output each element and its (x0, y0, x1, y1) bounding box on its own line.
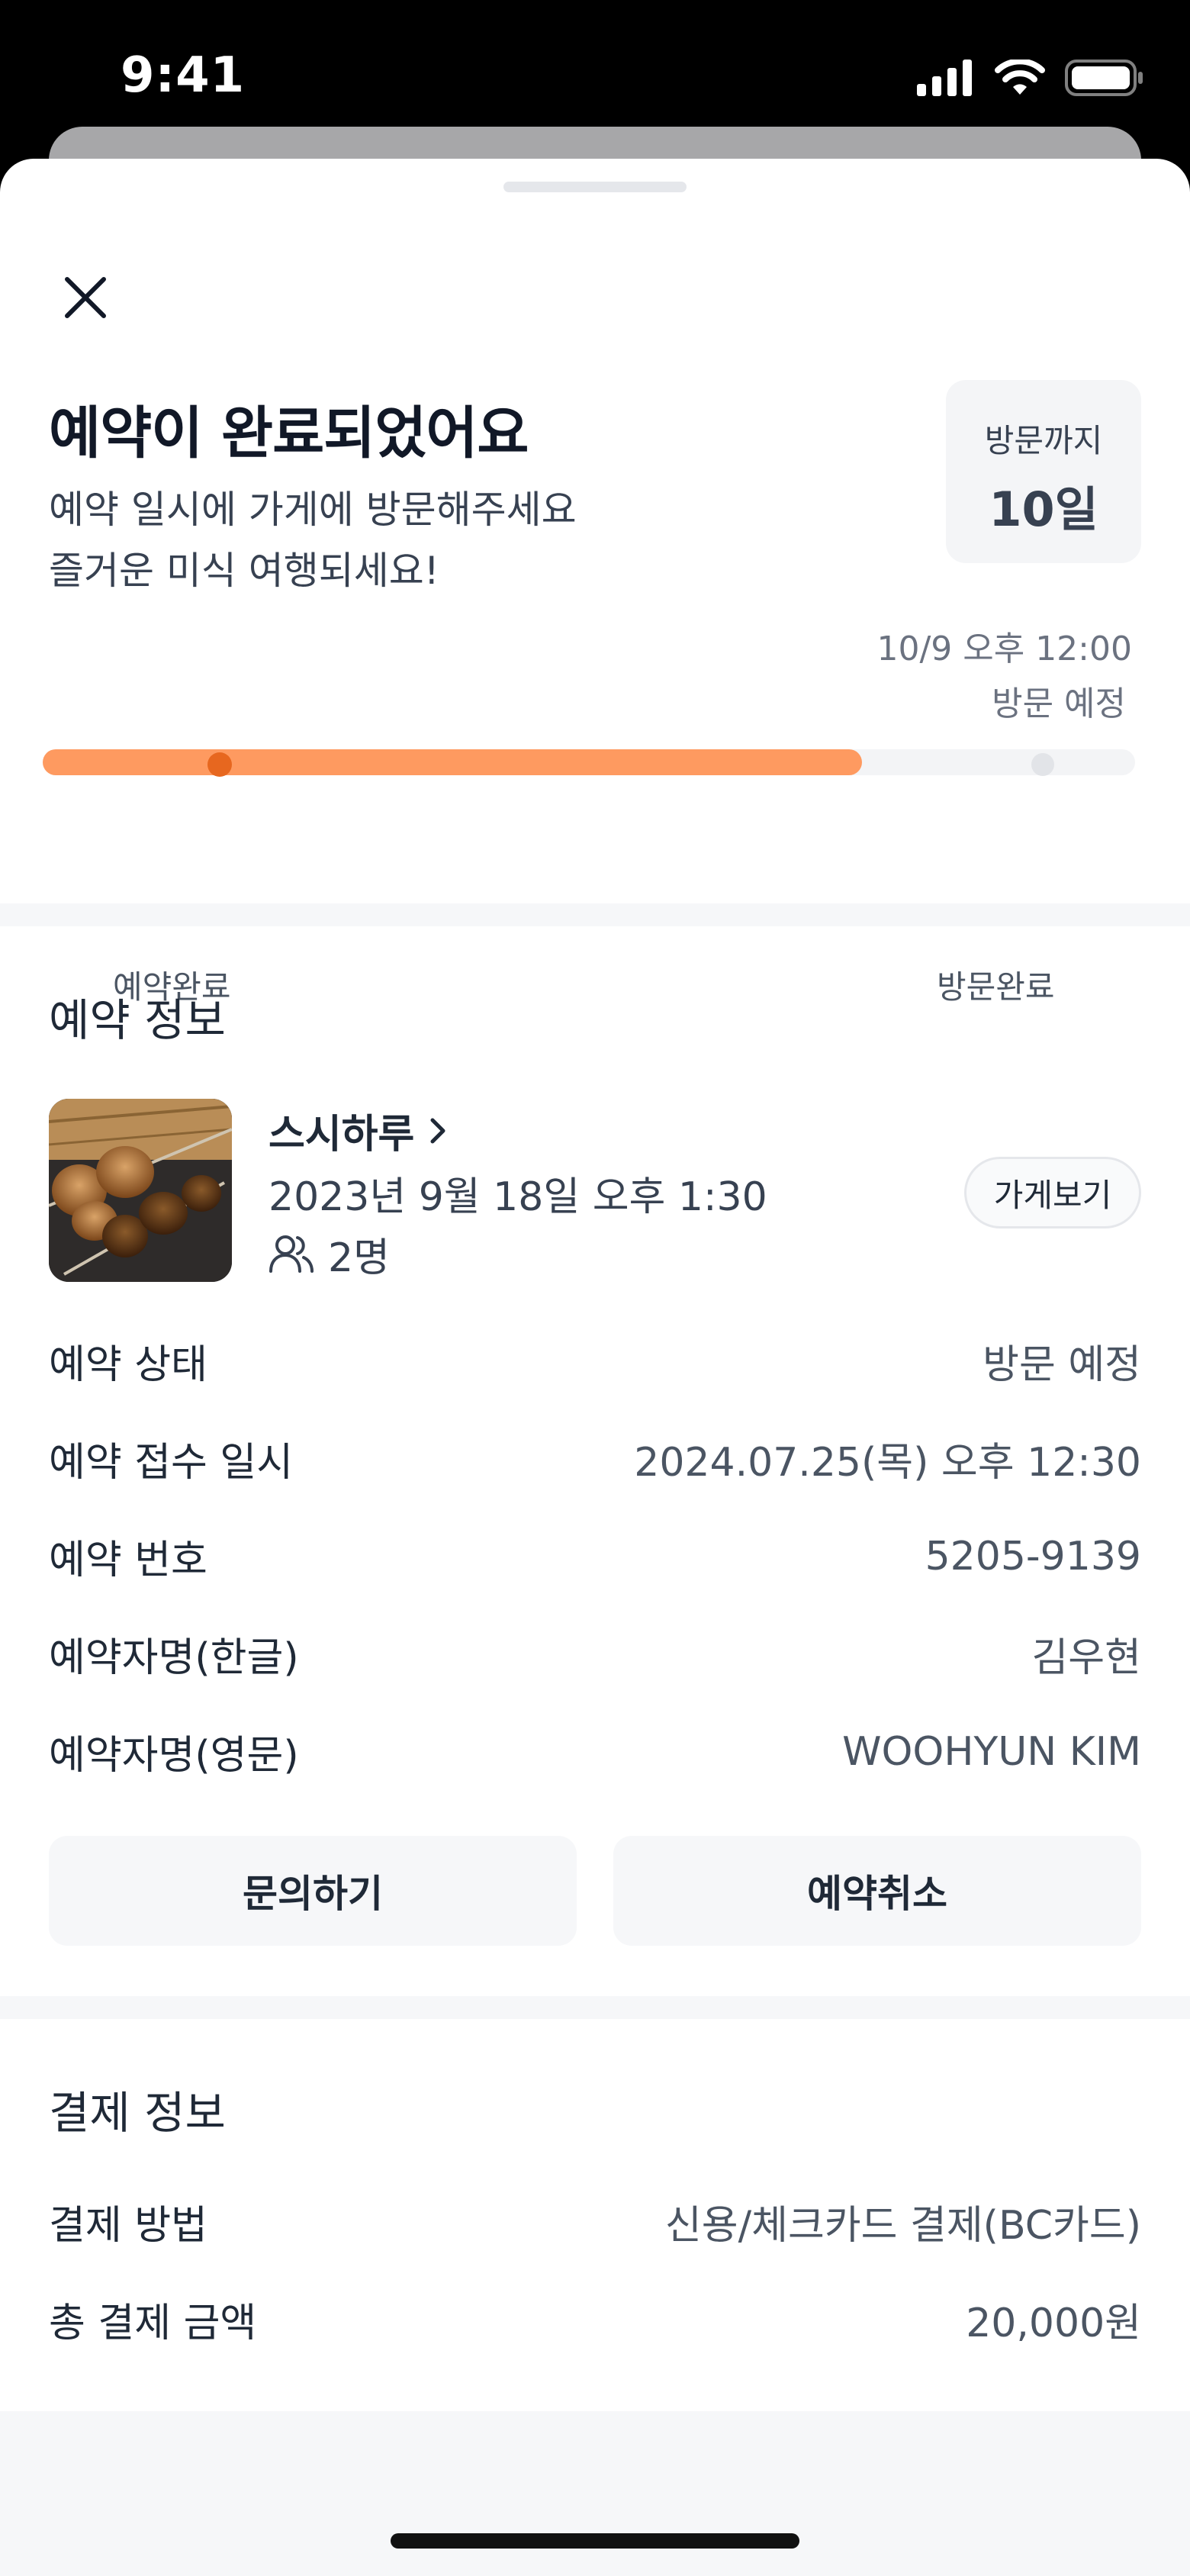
info-label: 예약자명(영문) (49, 1733, 299, 1779)
progress-fill (43, 749, 862, 775)
page-title: 예약이 완료되었어요 (49, 401, 529, 466)
payment-label: 결제 방법 (49, 2203, 207, 2249)
progress-dot-visited (1031, 753, 1054, 776)
store-thumbnail[interactable] (49, 1099, 232, 1282)
progress-track (43, 749, 1135, 777)
people-icon (269, 1235, 314, 1273)
info-value: 방문 예정 (983, 1342, 1141, 1388)
home-indicator[interactable] (391, 2533, 799, 2549)
status-time: 9:41 (121, 47, 246, 104)
inquiry-button[interactable]: 문의하기 (49, 1836, 577, 1946)
info-row-name-english: 예약자명(영문) WOOHYUN KIM (49, 1723, 1141, 1780)
bottom-area (0, 2411, 1190, 2576)
payment-label: 총 결제 금액 (49, 2301, 257, 2346)
payment-value: 신용/체크카드 결제(BC카드) (664, 2203, 1141, 2249)
visit-status: 방문 예정 (992, 684, 1126, 723)
subtitle-line-2: 즐거운 미식 여행되세요! (49, 549, 439, 593)
chevron-right-icon (430, 1118, 445, 1143)
info-value: WOOHYUN KIM (842, 1728, 1141, 1775)
battery-icon (1065, 60, 1144, 99)
info-label: 예약 상태 (49, 1342, 207, 1388)
info-value: 김우현 (1031, 1635, 1141, 1681)
sheet-grabber[interactable] (503, 182, 687, 192)
payment-value: 20,000원 (966, 2301, 1141, 2346)
cancel-reservation-button[interactable]: 예약취소 (613, 1836, 1141, 1946)
info-row-received-at: 예약 접수 일시 2024.07.25(목) 오후 12:30 (49, 1430, 1141, 1487)
payment-section-title: 결제 정보 (49, 2087, 226, 2139)
info-value: 2024.07.25(목) 오후 12:30 (634, 1440, 1141, 1486)
page-subtitle: 예약 일시에 가게에 방문해주세요 즐거운 미식 여행되세요! (49, 479, 577, 601)
info-row-name-korean: 예약자명(한글) 김우현 (49, 1625, 1141, 1682)
info-label: 예약 번호 (49, 1538, 207, 1583)
view-store-button[interactable]: 가게보기 (964, 1157, 1141, 1228)
close-icon (65, 277, 106, 318)
subtitle-line-1: 예약 일시에 가게에 방문해주세요 (49, 488, 577, 532)
reservation-datetime: 2023년 9월 18일 오후 1:30 (269, 1174, 767, 1220)
wifi-icon (995, 58, 1045, 99)
section-divider (0, 1996, 1190, 2019)
party-size-value: 2명 (328, 1235, 390, 1281)
reservation-section-title: 예약 정보 (49, 994, 226, 1046)
reservation-sheet: 예약이 완료되었어요 예약 일시에 가게에 방문해주세요 즐거운 미식 여행되세… (0, 159, 1190, 2576)
party-size: 2명 (269, 1225, 390, 1283)
dday-label: 방문까지 (984, 422, 1103, 459)
signal-icon (917, 60, 975, 99)
dday-value: 10일 (989, 481, 1098, 537)
visit-time: 10/9 오후 12:00 (876, 630, 1132, 668)
info-row-status: 예약 상태 방문 예정 (49, 1332, 1141, 1389)
info-value: 5205-9139 (925, 1533, 1141, 1579)
store-name-link[interactable]: 스시하루 (269, 1102, 449, 1159)
payment-row-method: 결제 방법 신용/체크카드 결제(BC카드) (49, 2193, 1141, 2250)
payment-row-total: 총 결제 금액 20,000원 (49, 2291, 1141, 2348)
section-divider (0, 903, 1190, 926)
close-button[interactable] (53, 266, 117, 330)
info-row-number: 예약 번호 5205-9139 (49, 1528, 1141, 1585)
progress-dot-reserved (207, 752, 232, 777)
step-label-visited: 방문완료 (937, 968, 1055, 1006)
info-label: 예약 접수 일시 (49, 1440, 294, 1486)
dday-badge: 방문까지 10일 (946, 380, 1141, 563)
store-name: 스시하루 (269, 1112, 415, 1158)
info-label: 예약자명(한글) (49, 1635, 299, 1681)
status-icons (917, 58, 1144, 99)
